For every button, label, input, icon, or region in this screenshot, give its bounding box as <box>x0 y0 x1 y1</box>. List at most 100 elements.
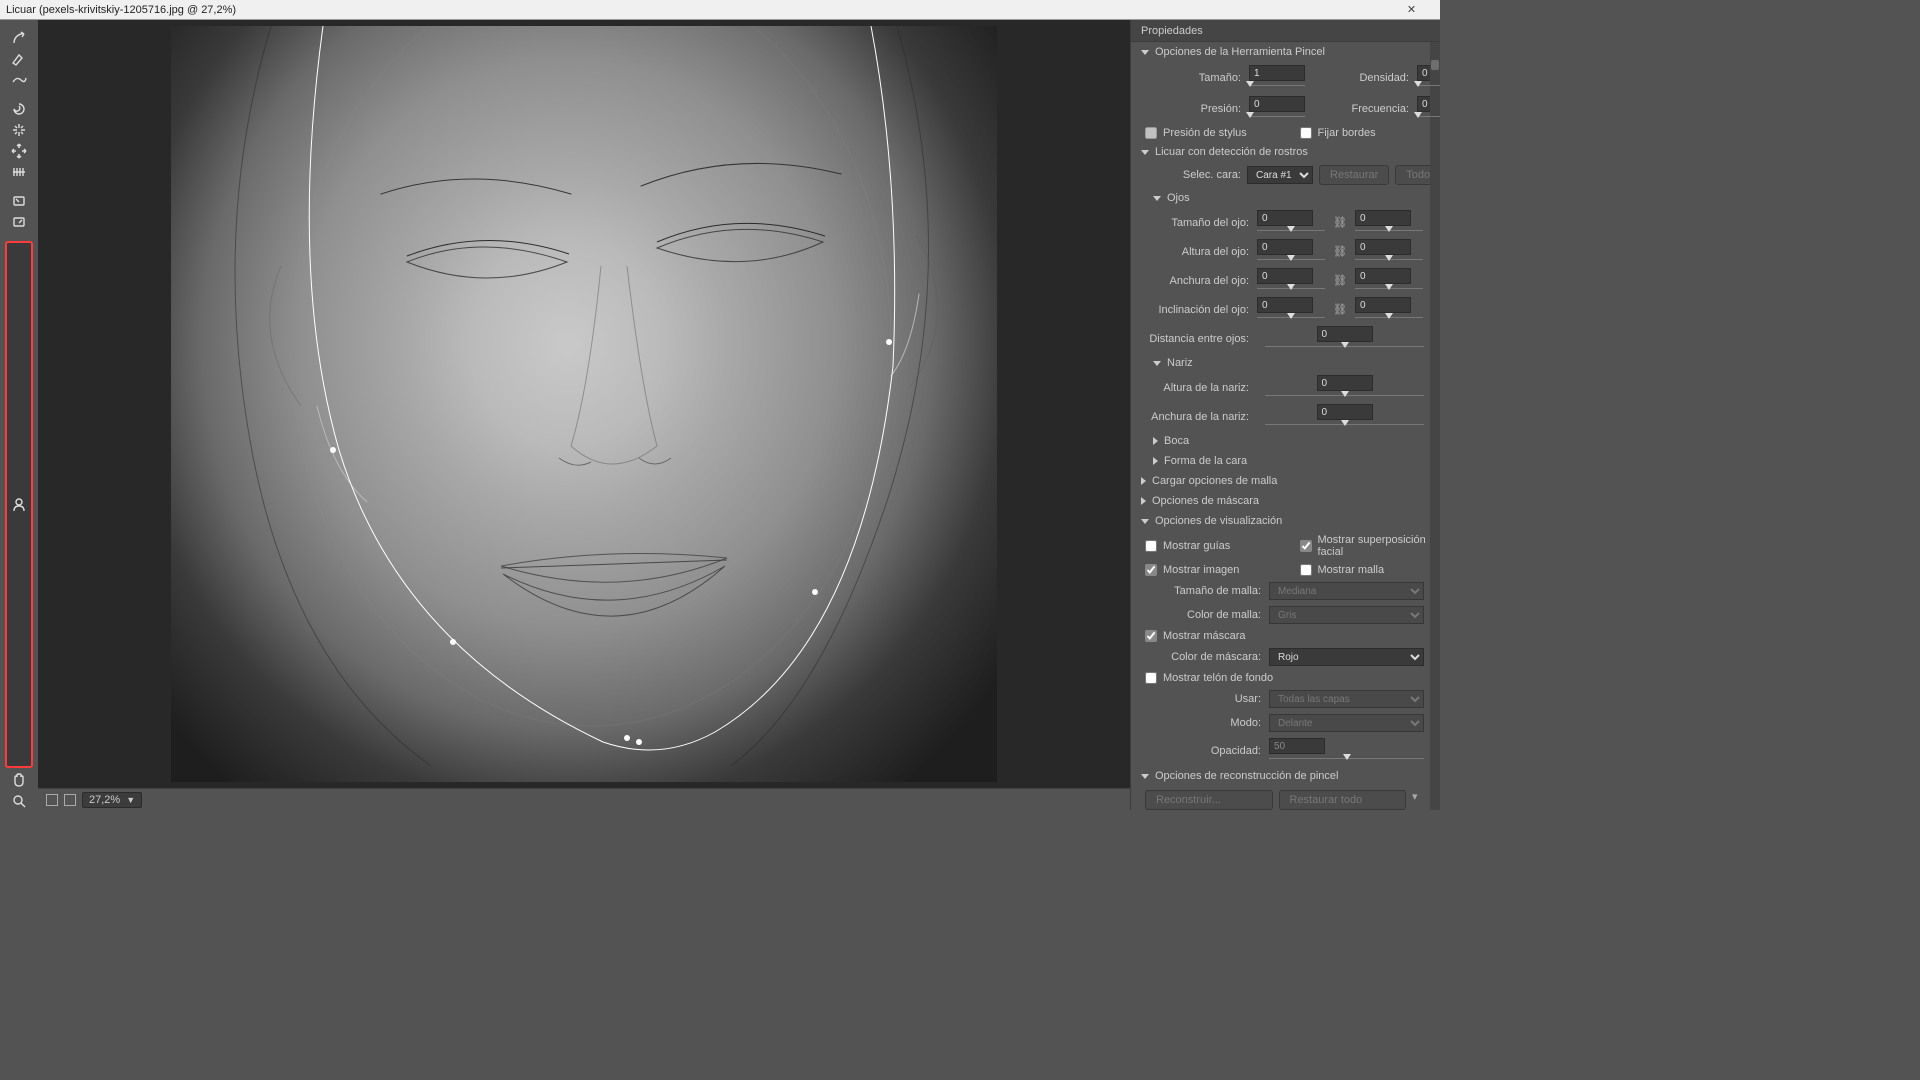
photo <box>171 26 997 782</box>
mask-color-dropdown[interactable]: Rojo <box>1269 648 1424 666</box>
show-mask-checkbox[interactable]: Mostrar máscara <box>1131 627 1440 645</box>
eye-height-label: Altura del ojo: <box>1131 246 1249 258</box>
opacity-label: Opacidad: <box>1153 745 1261 757</box>
eye-distance-input[interactable] <box>1317 326 1373 342</box>
link-icon[interactable]: ⛓ <box>1333 274 1347 287</box>
pressure-label: Presión: <box>1153 103 1241 115</box>
section-reconstruction[interactable]: Opciones de reconstrucción de pincel <box>1131 766 1440 786</box>
nose-width-label: Anchura de la nariz: <box>1131 411 1249 423</box>
eye-height-right-input[interactable] <box>1355 239 1411 255</box>
bloat-tool[interactable] <box>5 141 33 160</box>
eye-tilt-label: Inclinación del ojo: <box>1131 304 1249 316</box>
eye-size-left-input[interactable] <box>1257 210 1313 226</box>
scrollbar[interactable] <box>1430 42 1440 810</box>
canvas-statusbar: 27,2% ▼ <box>38 788 1130 810</box>
push-left-tool[interactable] <box>5 162 33 181</box>
toolbar <box>0 20 38 810</box>
section-load-mesh[interactable]: Cargar opciones de malla <box>1131 471 1440 491</box>
panel-body: Opciones de la Herramienta Pincel Tamaño… <box>1131 42 1440 810</box>
eye-width-label: Anchura del ojo: <box>1131 275 1249 287</box>
titlebar: Licuar (pexels-krivitskiy-1205716.jpg @ … <box>0 0 1440 20</box>
select-face-dropdown[interactable]: Cara #1 <box>1247 166 1313 184</box>
zoom-dropdown[interactable]: 27,2% ▼ <box>82 792 142 808</box>
pucker-tool[interactable] <box>5 120 33 139</box>
section-mouth[interactable]: Boca <box>1131 431 1440 451</box>
actual-pixels-icon[interactable] <box>64 794 76 806</box>
mesh-color-dropdown: Gris <box>1269 606 1424 624</box>
rate-label: Frecuencia: <box>1321 103 1409 115</box>
opacity-slider <box>1269 755 1424 763</box>
mask-color-label: Color de máscara: <box>1153 651 1261 663</box>
eye-distance-label: Distancia entre ojos: <box>1131 333 1249 345</box>
show-mesh-checkbox[interactable]: Mostrar malla <box>1286 561 1441 579</box>
select-face-label: Selec. cara: <box>1153 169 1241 181</box>
restore-button[interactable]: Restaurar <box>1319 165 1389 185</box>
size-input[interactable] <box>1249 65 1305 81</box>
density-slider[interactable] <box>1417 82 1440 90</box>
smooth-tool[interactable] <box>5 70 33 89</box>
restore-all-button[interactable]: Restaurar todo <box>1279 790 1407 810</box>
size-slider[interactable] <box>1249 82 1305 90</box>
section-mask-options[interactable]: Opciones de máscara <box>1131 491 1440 511</box>
panel-title: Propiedades <box>1131 20 1440 42</box>
section-face-aware[interactable]: Licuar con detección de rostros <box>1131 142 1440 162</box>
stylus-checkbox: Presión de stylus <box>1131 124 1286 142</box>
zoom-value: 27,2% <box>89 794 120 806</box>
eye-height-left-input[interactable] <box>1257 239 1313 255</box>
show-image-checkbox[interactable]: Mostrar imagen <box>1131 561 1286 579</box>
twirl-tool[interactable] <box>5 99 33 118</box>
link-icon[interactable]: ⛓ <box>1333 245 1347 258</box>
eye-size-right-slider[interactable] <box>1355 227 1423 235</box>
pin-edges-checkbox[interactable]: Fijar bordes <box>1286 124 1441 142</box>
canvas-wrap: 27,2% ▼ <box>38 20 1130 810</box>
link-icon[interactable]: ⛓ <box>1333 216 1347 229</box>
pressure-input[interactable] <box>1249 96 1305 112</box>
window-title: Licuar (pexels-krivitskiy-1205716.jpg @ … <box>6 4 236 16</box>
close-icon[interactable]: ✕ <box>1389 0 1434 20</box>
rate-slider[interactable] <box>1417 113 1440 121</box>
eye-size-label: Tamaño del ojo: <box>1131 217 1249 229</box>
show-guides-checkbox[interactable]: Mostrar guías <box>1131 531 1286 561</box>
section-face-shape[interactable]: Forma de la cara <box>1131 451 1440 471</box>
thaw-mask-tool[interactable] <box>5 212 33 231</box>
properties-panel: Propiedades Opciones de la Herramienta P… <box>1130 20 1440 810</box>
forward-warp-tool[interactable] <box>5 28 33 47</box>
hand-tool[interactable] <box>5 770 33 789</box>
options-icon[interactable]: ▾ <box>1412 790 1424 810</box>
eye-distance-slider[interactable] <box>1265 343 1424 351</box>
section-eyes[interactable]: Ojos <box>1131 188 1440 208</box>
opacity-input <box>1269 738 1325 754</box>
reconstruct-button[interactable]: Reconstruir... <box>1145 790 1273 810</box>
freeze-mask-tool[interactable] <box>5 191 33 210</box>
eye-size-right-input[interactable] <box>1355 210 1411 226</box>
chevron-down-icon: ▼ <box>126 795 135 805</box>
mesh-size-dropdown: Mediana <box>1269 582 1424 600</box>
use-dropdown: Todas las capas <box>1269 690 1424 708</box>
eye-size-left-slider[interactable] <box>1257 227 1325 235</box>
use-label: Usar: <box>1153 693 1261 705</box>
face-tool[interactable] <box>5 241 33 768</box>
eye-tilt-right-input[interactable] <box>1355 297 1411 313</box>
show-backdrop-checkbox[interactable]: Mostrar telón de fondo <box>1131 669 1440 687</box>
fit-screen-icon[interactable] <box>46 794 58 806</box>
eye-width-left-input[interactable] <box>1257 268 1313 284</box>
mode-dropdown: Delante <box>1269 714 1424 732</box>
link-icon[interactable]: ⛓ <box>1333 303 1347 316</box>
section-view[interactable]: Opciones de visualización <box>1131 511 1440 531</box>
pressure-slider[interactable] <box>1249 113 1305 121</box>
mode-label: Modo: <box>1153 717 1261 729</box>
size-label: Tamaño: <box>1153 72 1241 84</box>
nose-height-input[interactable] <box>1317 375 1373 391</box>
mesh-size-label: Tamaño de malla: <box>1153 585 1261 597</box>
reconstruct-tool[interactable] <box>5 49 33 68</box>
mesh-color-label: Color de malla: <box>1153 609 1261 621</box>
canvas[interactable] <box>38 20 1130 788</box>
show-face-overlay-checkbox[interactable]: Mostrar superposición facial <box>1286 531 1441 561</box>
eye-tilt-left-input[interactable] <box>1257 297 1313 313</box>
section-brush[interactable]: Opciones de la Herramienta Pincel <box>1131 42 1440 62</box>
zoom-tool[interactable] <box>5 791 33 810</box>
nose-width-input[interactable] <box>1317 404 1373 420</box>
eye-width-right-input[interactable] <box>1355 268 1411 284</box>
section-nose[interactable]: Nariz <box>1131 353 1440 373</box>
nose-height-label: Altura de la nariz: <box>1131 382 1249 394</box>
